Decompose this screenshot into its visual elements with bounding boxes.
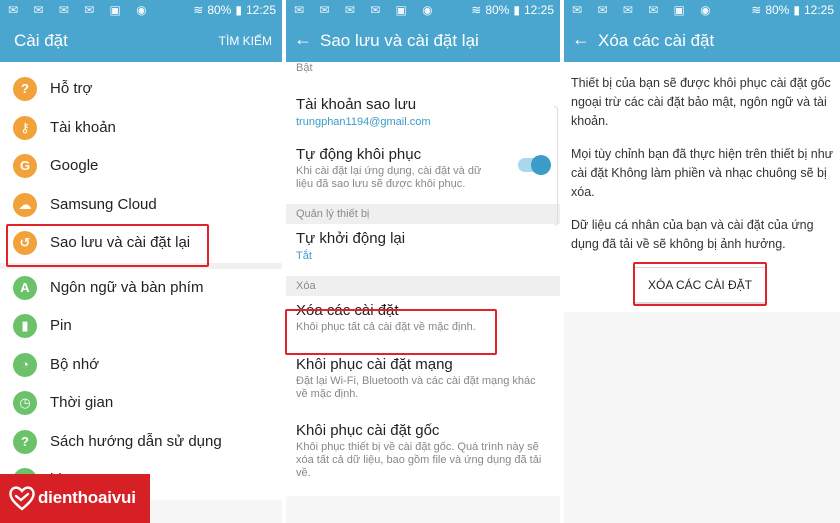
clock: 12:25 — [803, 3, 834, 17]
battery-icon: ▮ — [13, 314, 37, 338]
settings-items: ? Hỗ trợ ⚷ Tài khoản G Google ☁ Samsung Cloud ↺ S… — [0, 70, 282, 500]
google-icon: G — [13, 154, 37, 178]
brand-logo: dienthoaivui — [0, 474, 150, 523]
reset-network-title: Khôi phục cài đặt mạng — [296, 356, 453, 373]
heart-hands-icon — [9, 486, 35, 511]
help-icon: ? — [13, 77, 37, 101]
status-bar: ✉ ✉ ✉ ✉ ▣ ◉ ≋ 80% ▮ 12:25 — [286, 0, 560, 20]
settings-item[interactable]: ◷ Thời gian — [0, 384, 282, 423]
settings-item-label: Ngôn ngữ và bàn phím — [50, 278, 204, 296]
notification-icons: ✉ ✉ ✉ ✉ ▣ ◉ — [294, 3, 439, 17]
settings-item-label: Pin — [50, 317, 72, 334]
factory-reset-desc: Khôi phục thiết bị về cài đặt gốc. Quá t… — [296, 441, 542, 479]
factory-reset-item[interactable]: Khôi phục cài đặt gốc Khôi phục thiết bị… — [286, 416, 560, 496]
auto-restore-item[interactable]: Tự động khôi phục Khi cài đặt lại ứng dụ… — [286, 140, 560, 204]
backup-account-title: Tài khoản sao lưu — [296, 96, 417, 113]
settings-item-label: Hỗ trợ — [50, 80, 93, 97]
description-paragraph: Mọi tùy chỉnh bạn đã thực hiện trên thiế… — [571, 147, 834, 199]
reset-network-desc: Đặt lại Wi-Fi, Bluetooth và các cài đặt … — [296, 375, 536, 400]
settings-item[interactable]: ? Sách hướng dẫn sử dụng — [0, 423, 282, 462]
settings-item-label: Tài khoản — [50, 118, 116, 136]
back-arrow-icon[interactable]: ← — [572, 29, 590, 50]
settings-item-label: Google — [50, 157, 99, 174]
auto-restore-title: Tự động khôi phục — [296, 146, 422, 163]
clock-icon: ◷ — [13, 391, 37, 415]
auto-restart-item[interactable]: Tự khởi động lại Tắt — [286, 224, 560, 276]
highlight-box-button — [633, 262, 767, 306]
app-bar: Cài đặt TÌM KIẾM — [0, 20, 282, 62]
backup-status: Bật — [296, 62, 313, 74]
settings-item-label: Thời gian — [50, 394, 114, 411]
settings-item[interactable]: ? Hỗ trợ — [0, 70, 282, 109]
settings-item-label: Samsung Cloud — [50, 195, 157, 213]
wifi-icon: ≋ — [193, 3, 204, 17]
storage-icon: ◔ — [13, 352, 37, 377]
notification-icons: ✉ ✉ ✉ ✉ ▣ ◉ — [572, 3, 717, 17]
reset-network-item[interactable]: Khôi phục cài đặt mạng Đặt lại Wi-Fi, Bl… — [286, 350, 560, 416]
auto-restore-desc: Khi cài đặt lại ứng dụng, cài đặt và dữ … — [296, 165, 482, 190]
settings-item[interactable]: ◔ Bộ nhớ — [0, 346, 282, 385]
backup-reset-panel: ✉ ✉ ✉ ✉ ▣ ◉ ≋ 80% ▮ 12:25 ← Sao lưu và cài … — [286, 0, 560, 523]
description-paragraph: Dữ liệu cá nhân của bạn và cài đặt của ứ… — [571, 218, 814, 251]
app-bar: ← Xóa các cài đặt — [564, 20, 840, 62]
highlight-box-reset — [285, 309, 497, 355]
settings-list: ? Hỗ trợ ⚷ Tài khoản G Google ☁ Samsung Cloud ↺ S… — [0, 62, 282, 500]
section-header-device: Quản lý thiết bị — [286, 204, 560, 224]
manual-icon: ? — [13, 429, 37, 454]
app-bar: ← Sao lưu và cài đặt lại — [286, 20, 560, 62]
highlight-box-backup — [6, 224, 209, 267]
settings-item[interactable]: G Google — [0, 147, 282, 186]
settings-item-label: Bộ nhớ — [50, 355, 100, 373]
page-title: Xóa các cài đặt — [598, 31, 715, 50]
settings-item[interactable]: ▮ Pin — [0, 307, 282, 346]
cloud-icon: ☁ — [13, 192, 37, 217]
settings-item[interactable]: ⚷ Tài khoản — [0, 109, 282, 148]
back-arrow-icon[interactable]: ← — [294, 29, 312, 50]
clock: 12:25 — [523, 3, 554, 17]
battery-icon: ▮ — [513, 3, 520, 17]
battery-percent: 80% — [207, 3, 232, 17]
auto-restart-value: Tắt — [296, 250, 312, 262]
settings-item[interactable]: ☁ Samsung Cloud — [0, 186, 282, 225]
page-title: Cài đặt — [14, 31, 68, 50]
clock: 12:25 — [245, 3, 276, 17]
empty-area — [564, 312, 840, 523]
list-item-top: Bật — [286, 62, 560, 90]
toggle-knob — [531, 155, 551, 175]
backup-reset-list: Bật Tài khoản sao lưu trungphan1194@gmai… — [286, 62, 560, 496]
reset-description: Thiết bị của bạn sẽ được khôi phục cài đ… — [564, 62, 840, 254]
factory-reset-title: Khôi phục cài đặt gốc — [296, 422, 440, 439]
section-header-reset: Xóa — [286, 276, 560, 296]
page-title: Sao lưu và cài đặt lại — [320, 31, 479, 50]
description-paragraph: Thiết bị của bạn sẽ được khôi phục cài đ… — [571, 76, 831, 128]
scroll-edge — [554, 106, 558, 226]
settings-item-label: Sách hướng dẫn sử dụng — [50, 432, 222, 450]
key-icon: ⚷ — [13, 115, 37, 140]
battery-icon: ▮ — [793, 3, 800, 17]
status-bar: ✉ ✉ ✉ ✉ ▣ ◉ ≋ 80% ▮ 12:25 — [564, 0, 840, 20]
battery-percent: 80% — [485, 3, 510, 17]
settings-item[interactable]: A Ngôn ngữ và bàn phím — [0, 269, 282, 308]
list-top-spacer — [0, 62, 282, 70]
auto-restart-title: Tự khởi động lại — [296, 230, 406, 247]
status-bar: ✉ ✉ ✉ ✉ ▣ ◉ ≋ 80% ▮ 12:25 — [0, 0, 282, 20]
notification-icons: ✉ ✉ ✉ ✉ ▣ ◉ — [8, 3, 153, 17]
backup-account-email: trungphan1194@gmail.com — [296, 116, 431, 128]
brand-name: dienthoaivui — [38, 488, 136, 507]
auto-restore-toggle[interactable] — [518, 155, 551, 175]
battery-percent: 80% — [765, 3, 790, 17]
backup-account-item[interactable]: Tài khoản sao lưu trungphan1194@gmail.co… — [286, 90, 560, 140]
language-icon: A — [13, 275, 37, 300]
wifi-icon: ≋ — [471, 3, 482, 17]
wifi-icon: ≋ — [751, 3, 762, 17]
battery-icon: ▮ — [235, 3, 242, 17]
search-button[interactable]: TÌM KIẾM — [219, 34, 272, 48]
